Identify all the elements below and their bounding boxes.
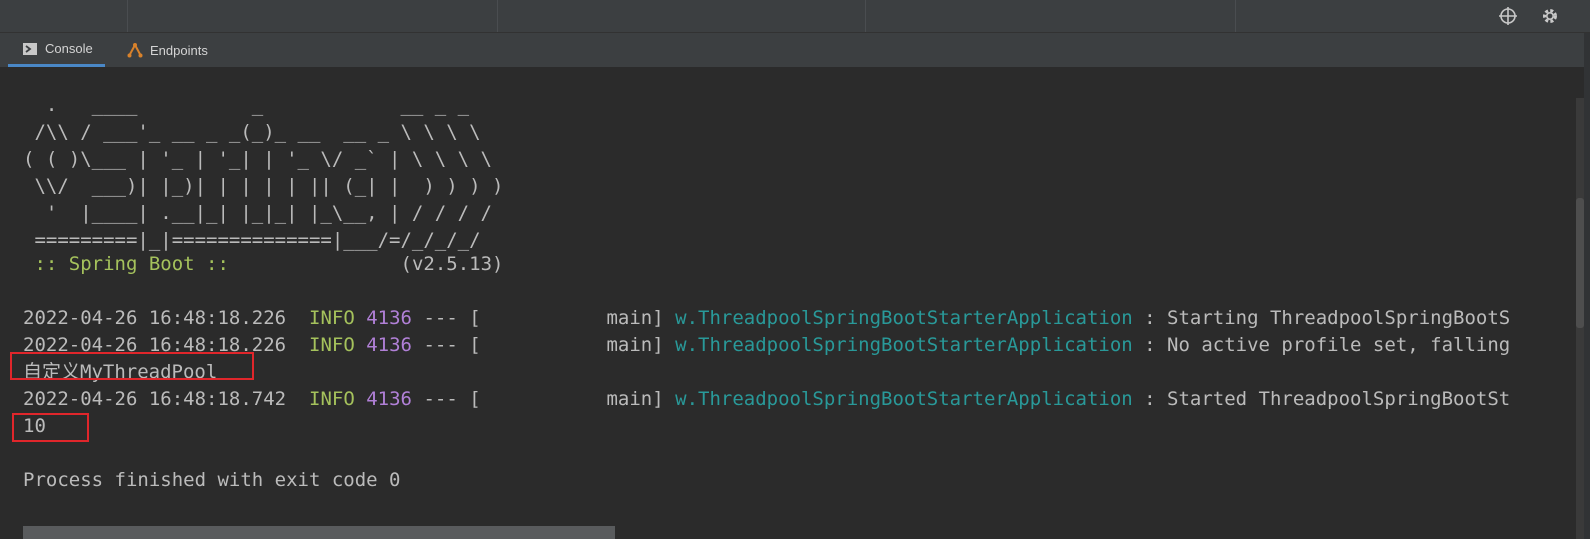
- crosshair-icon[interactable]: [1498, 6, 1518, 26]
- gear-icon[interactable]: [1540, 6, 1560, 26]
- log-pid: 4136: [366, 334, 412, 356]
- banner-line: =========|_|==============|___/=/_/_/_/: [23, 229, 481, 251]
- banner-line: ' |____| .__|_| |_|_| |_\__, | / / / /: [23, 202, 492, 224]
- log-pid: 4136: [366, 307, 412, 329]
- endpoints-icon: [127, 42, 143, 58]
- log-separator: --- [: [423, 307, 481, 329]
- tab-endpoints[interactable]: Endpoints: [117, 33, 218, 67]
- spring-boot-line: :: Spring Boot :: (v2.5.13): [23, 251, 503, 278]
- log-logger: w.ThreadpoolSpringBootStarterApplication: [675, 334, 1133, 356]
- log-timestamp: 2022-04-26 16:48:18.226: [23, 307, 287, 329]
- exit-message: Process finished with exit code 0: [23, 469, 401, 491]
- top-toolbar: [0, 0, 1590, 33]
- log-logger: w.ThreadpoolSpringBootStarterApplication: [675, 307, 1133, 329]
- log-message: : Started ThreadpoolSpringBootSt: [1144, 388, 1511, 410]
- scrollbar-thumb[interactable]: [1576, 198, 1584, 328]
- toolbar-segment: [0, 0, 128, 32]
- log-level: INFO: [309, 388, 355, 410]
- log-message: : Starting ThreadpoolSpringBootS: [1144, 307, 1511, 329]
- log-logger: w.ThreadpoolSpringBootStarterApplication: [675, 388, 1133, 410]
- tab-console-label: Console: [45, 41, 93, 56]
- highlight-box-number: [12, 413, 89, 442]
- log-thread: main]: [606, 307, 664, 329]
- toolbar-segment: [498, 0, 866, 32]
- toolbar-segment: [128, 0, 498, 32]
- log-message: : No active profile set, falling: [1144, 334, 1511, 356]
- tab-endpoints-label: Endpoints: [150, 42, 208, 58]
- log-line: 2022-04-26 16:48:18.742 INFO 4136 --- [ …: [23, 386, 1510, 413]
- spring-boot-label: :: Spring Boot ::: [23, 253, 229, 275]
- log-level: INFO: [309, 334, 355, 356]
- highlight-box-custom-pool: [10, 352, 254, 380]
- tool-window-tabs: Console Endpoints: [0, 33, 1590, 68]
- toolbar-segment: [866, 0, 1236, 32]
- console-output[interactable]: . ____ _ __ _ _ /\\ / ___'_ __ _ _(_)_ _…: [0, 68, 1574, 539]
- banner-line: ( ( )\___ | '_ | '_| | '_ \/ _` | \ \ \ …: [23, 148, 492, 170]
- log-pid: 4136: [366, 388, 412, 410]
- right-strip: [1584, 33, 1590, 539]
- vertical-scrollbar[interactable]: [1576, 98, 1584, 539]
- log-separator: --- [: [423, 334, 481, 356]
- log-line: 2022-04-26 16:48:18.226 INFO 4136 --- [ …: [23, 305, 1510, 332]
- spring-boot-version: (v2.5.13): [400, 253, 504, 275]
- banner-line: /\\ / ___'_ __ _ _(_)_ __ __ _ \ \ \ \: [23, 121, 481, 143]
- tab-console[interactable]: Console: [8, 33, 105, 67]
- horizontal-scrollbar[interactable]: [23, 526, 615, 539]
- log-level: INFO: [309, 307, 355, 329]
- log-thread: main]: [606, 388, 664, 410]
- log-separator: --- [: [423, 388, 481, 410]
- banner-line: . ____ _ __ _ _: [23, 94, 470, 116]
- log-thread: main]: [606, 334, 664, 356]
- banner-line: \\/ ___)| |_)| | | | | || (_| | ) ) ) ): [23, 175, 504, 197]
- log-timestamp: 2022-04-26 16:48:18.742: [23, 388, 287, 410]
- console-icon: [22, 41, 38, 57]
